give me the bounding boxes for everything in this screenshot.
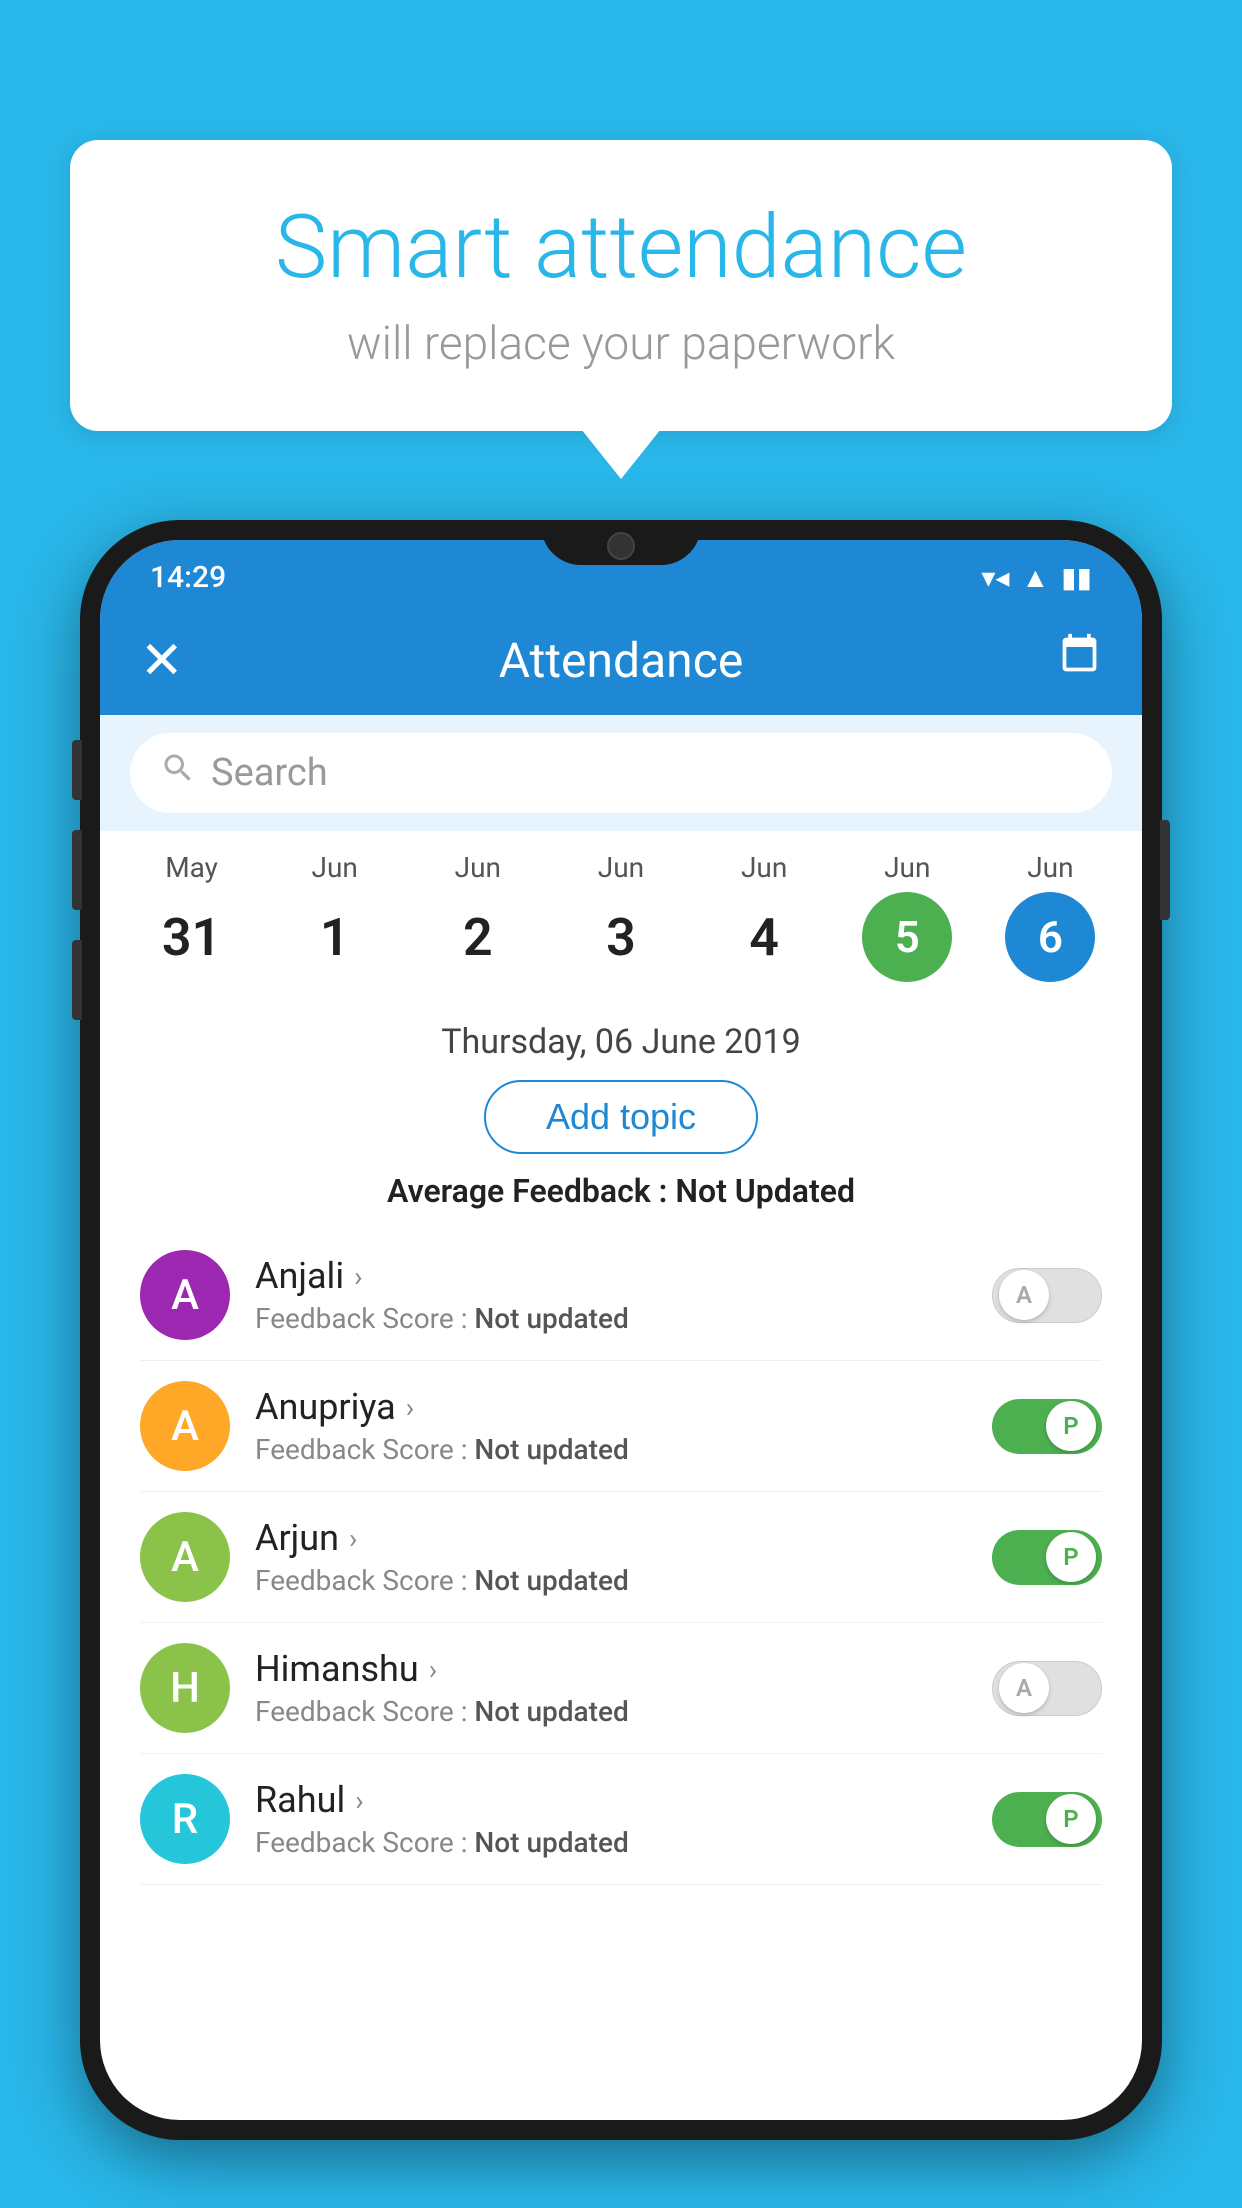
feedback-score: Feedback Score : Not updated xyxy=(255,1826,967,1859)
student-info: Arjun › Feedback Score : Not updated xyxy=(255,1517,967,1597)
avatar: H xyxy=(140,1643,230,1733)
chevron-icon: › xyxy=(355,1784,363,1817)
add-topic-button[interactable]: Add topic xyxy=(484,1080,758,1154)
avatar: A xyxy=(140,1250,230,1340)
phone-screen: 14:29 ▾◂ ▲ ▮▮ ✕ Attendance xyxy=(100,540,1142,2120)
student-row: H Himanshu › Feedback Score : Not updated A xyxy=(140,1623,1102,1754)
volume-down-button xyxy=(72,830,82,910)
chevron-icon: › xyxy=(429,1653,437,1686)
cal-month-label: Jun xyxy=(1027,851,1073,884)
attendance-toggle[interactable]: P xyxy=(992,1399,1102,1454)
calendar-button[interactable] xyxy=(1042,632,1102,688)
volume-up-button xyxy=(72,740,82,800)
content-area: Thursday, 06 June 2019 Add topic Average… xyxy=(100,992,1142,1905)
search-placeholder: Search xyxy=(211,751,328,795)
calendar-day[interactable]: Jun 4 xyxy=(704,851,824,982)
cal-month-label: Jun xyxy=(741,851,787,884)
student-name[interactable]: Anupriya › xyxy=(255,1386,967,1428)
student-row: A Anjali › Feedback Score : Not updated A xyxy=(140,1230,1102,1361)
app-bar-title: Attendance xyxy=(200,632,1042,689)
cal-month-label: Jun xyxy=(884,851,930,884)
calendar-day[interactable]: Jun 6 xyxy=(990,851,1110,982)
cal-date-number: 3 xyxy=(576,892,666,982)
feedback-score: Feedback Score : Not updated xyxy=(255,1302,967,1335)
search-bar[interactable]: Search xyxy=(130,733,1112,813)
phone-notch xyxy=(541,520,701,565)
signal-icon: ▲ xyxy=(1021,561,1049,594)
cal-date-number: 6 xyxy=(1005,892,1095,982)
app-bar: ✕ Attendance xyxy=(100,605,1142,715)
status-icons: ▾◂ ▲ ▮▮ xyxy=(981,561,1092,594)
cal-month-label: Jun xyxy=(455,851,501,884)
student-info: Himanshu › Feedback Score : Not updated xyxy=(255,1648,967,1728)
close-button[interactable]: ✕ xyxy=(140,630,200,691)
avatar: R xyxy=(140,1774,230,1864)
battery-icon: ▮▮ xyxy=(1061,561,1092,594)
feedback-score: Feedback Score : Not updated xyxy=(255,1695,967,1728)
toggle-knob: P xyxy=(1046,1401,1096,1451)
avatar: A xyxy=(140,1512,230,1602)
cal-date-number: 31 xyxy=(147,892,237,982)
wifi-icon: ▾◂ xyxy=(981,561,1009,594)
cal-date-number: 1 xyxy=(290,892,380,982)
feedback-score: Feedback Score : Not updated xyxy=(255,1564,967,1597)
cal-date-number: 2 xyxy=(433,892,523,982)
student-info: Rahul › Feedback Score : Not updated xyxy=(255,1779,967,1859)
bubble-title: Smart attendance xyxy=(150,200,1092,297)
avg-feedback: Average Feedback : Not Updated xyxy=(140,1172,1102,1210)
cal-month-label: Jun xyxy=(312,851,358,884)
speech-bubble: Smart attendance will replace your paper… xyxy=(70,140,1172,431)
attendance-toggle[interactable]: A xyxy=(992,1268,1102,1323)
phone-frame: 14:29 ▾◂ ▲ ▮▮ ✕ Attendance xyxy=(80,520,1162,2140)
toggle-knob: A xyxy=(999,1663,1049,1713)
chevron-icon: › xyxy=(354,1260,362,1293)
student-row: R Rahul › Feedback Score : Not updated P xyxy=(140,1754,1102,1885)
calendar-day[interactable]: Jun 2 xyxy=(418,851,538,982)
toggle-knob: P xyxy=(1046,1794,1096,1844)
calendar-day[interactable]: May 31 xyxy=(132,851,252,982)
speech-bubble-container: Smart attendance will replace your paper… xyxy=(70,140,1172,431)
toggle-knob: P xyxy=(1046,1532,1096,1582)
search-icon xyxy=(160,750,196,796)
silent-button xyxy=(72,940,82,1020)
status-time: 14:29 xyxy=(150,560,226,595)
student-name[interactable]: Arjun › xyxy=(255,1517,967,1559)
attendance-toggle[interactable]: A xyxy=(992,1661,1102,1716)
calendar-row: May 31 Jun 1 Jun 2 Jun 3 Jun 4 Jun 5 Jun 6 xyxy=(100,831,1142,992)
chevron-icon: › xyxy=(349,1522,357,1555)
search-container: Search xyxy=(100,715,1142,831)
cal-month-label: May xyxy=(165,851,218,884)
phone-camera xyxy=(607,532,635,560)
student-name[interactable]: Anjali › xyxy=(255,1255,967,1297)
cal-date-number: 5 xyxy=(862,892,952,982)
selected-date-label: Thursday, 06 June 2019 xyxy=(140,1022,1102,1062)
attendance-toggle[interactable]: P xyxy=(992,1792,1102,1847)
student-info: Anupriya › Feedback Score : Not updated xyxy=(255,1386,967,1466)
student-info: Anjali › Feedback Score : Not updated xyxy=(255,1255,967,1335)
feedback-score: Feedback Score : Not updated xyxy=(255,1433,967,1466)
student-row: A Arjun › Feedback Score : Not updated P xyxy=(140,1492,1102,1623)
calendar-day[interactable]: Jun 3 xyxy=(561,851,681,982)
calendar-day[interactable]: Jun 5 xyxy=(847,851,967,982)
attendance-toggle[interactable]: P xyxy=(992,1530,1102,1585)
student-name[interactable]: Rahul › xyxy=(255,1779,967,1821)
avatar: A xyxy=(140,1381,230,1471)
student-row: A Anupriya › Feedback Score : Not updated P xyxy=(140,1361,1102,1492)
cal-date-number: 4 xyxy=(719,892,809,982)
students-list: AAnjali ›Feedback Score : Not updatedAAA… xyxy=(140,1230,1102,1885)
phone-container: 14:29 ▾◂ ▲ ▮▮ ✕ Attendance xyxy=(80,520,1162,2208)
power-button xyxy=(1160,820,1170,920)
chevron-icon: › xyxy=(406,1391,414,1424)
toggle-knob: A xyxy=(999,1270,1049,1320)
calendar-day[interactable]: Jun 1 xyxy=(275,851,395,982)
student-name[interactable]: Himanshu › xyxy=(255,1648,967,1690)
cal-month-label: Jun xyxy=(598,851,644,884)
bubble-subtitle: will replace your paperwork xyxy=(150,317,1092,371)
